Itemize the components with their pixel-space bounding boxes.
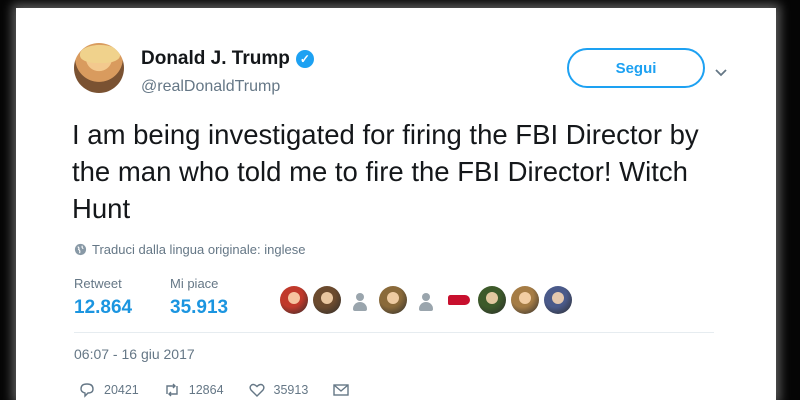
tweet-text: I am being investigated for firing the F…: [72, 119, 699, 224]
liker-avatar[interactable]: [412, 286, 440, 314]
liker-face: [552, 292, 564, 304]
liker-face: [486, 292, 498, 304]
liker-face: [387, 292, 399, 304]
retweet-action[interactable]: 12864: [163, 382, 224, 398]
liker-avatar[interactable]: [544, 286, 572, 314]
default-avatar-head: [356, 293, 364, 301]
translate-label: Traduci dalla lingua originale: inglese: [92, 242, 306, 257]
liker-face: [519, 292, 531, 304]
liker-avatar[interactable]: [379, 286, 407, 314]
envelope-icon: [333, 384, 349, 396]
liker-avatar[interactable]: [445, 286, 473, 314]
retweet-count: 12864: [188, 383, 224, 397]
reply-icon: [80, 383, 94, 398]
action-bar: 20421 12864 35913: [78, 382, 364, 398]
default-avatar-head: [422, 293, 430, 301]
tweet-timestamp[interactable]: 06:07 - 16 giu 2017: [74, 346, 195, 362]
author-name[interactable]: Donald J. Trump: [141, 48, 290, 70]
liker-avatar[interactable]: [280, 286, 308, 314]
liker-face: [288, 292, 300, 304]
message-action[interactable]: [332, 382, 350, 398]
default-avatar-body: [353, 302, 367, 311]
default-avatar-body: [419, 302, 433, 311]
retweet-icon: [166, 383, 178, 397]
like-stat-value: 35.913: [170, 297, 229, 318]
like-stat[interactable]: Mi piace 35.913: [170, 276, 228, 319]
author-handle[interactable]: @realDonaldTrump: [141, 78, 280, 96]
avatar-hair: [80, 45, 120, 63]
author-name-row[interactable]: Donald J. Trump ✓: [141, 48, 314, 70]
like-count: 35913: [273, 383, 309, 397]
chevron-down-icon[interactable]: [710, 66, 732, 80]
like-action[interactable]: 35913: [248, 382, 309, 398]
liker-avatars: [280, 286, 572, 314]
liker-avatar[interactable]: [313, 286, 341, 314]
follow-button[interactable]: Segui: [567, 48, 705, 88]
author-avatar[interactable]: [74, 43, 124, 93]
globe-icon: [74, 243, 87, 256]
reply-count: 20421: [104, 383, 139, 397]
map-avatar-shape: [448, 295, 470, 305]
liker-face: [321, 292, 333, 304]
heart-icon: [248, 383, 265, 397]
liker-avatar[interactable]: [478, 286, 506, 314]
retweet-stat-value: 12.864: [74, 297, 133, 318]
retweet-stat-label: Retweet: [74, 276, 122, 291]
follow-button-label: Segui: [615, 59, 657, 77]
tweet-card: Donald J. Trump ✓ @realDonaldTrump Segui…: [16, 8, 776, 400]
divider: [74, 332, 714, 333]
liker-avatar[interactable]: [346, 286, 374, 314]
verified-badge-icon: ✓: [295, 50, 314, 68]
like-stat-label: Mi piace: [170, 276, 219, 291]
translate-link[interactable]: Traduci dalla lingua originale: inglese: [74, 242, 305, 257]
liker-avatar[interactable]: [511, 286, 539, 314]
retweet-stat[interactable]: Retweet 12.864: [74, 276, 132, 319]
reply-action[interactable]: 20421: [78, 382, 139, 398]
